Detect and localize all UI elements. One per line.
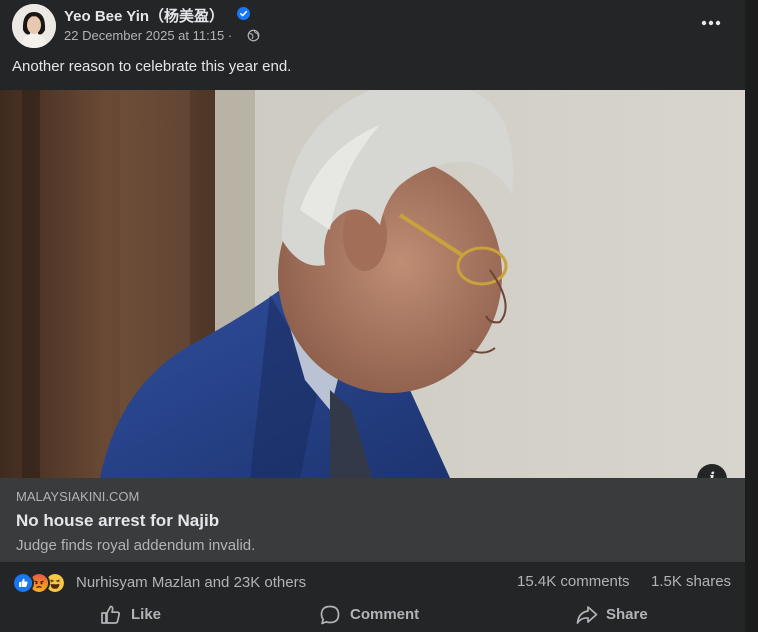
comment-label: Comment — [350, 606, 420, 623]
meta-separator: · — [227, 28, 233, 43]
page-scrollbar[interactable] — [745, 0, 758, 632]
post-meta: 22 December 2025 at 11:15 · — [64, 28, 232, 43]
post-caption: Another reason to celebrate this year en… — [12, 58, 292, 75]
comment-button[interactable]: Comment — [319, 600, 439, 630]
share-label: Share — [606, 606, 648, 623]
share-arrow-icon — [576, 606, 598, 624]
like-label: Like — [131, 606, 162, 623]
share-button[interactable]: Share — [575, 600, 665, 630]
link-preview-card[interactable]: MALAYSIAKINI.COM No house arrest for Naj… — [0, 478, 745, 562]
link-title[interactable]: No house arrest for Najib — [16, 511, 219, 531]
reaction-summary[interactable]: Nurhisyam Mazlan and 23K others — [76, 574, 306, 591]
post-timestamp[interactable]: 22 December 2025 at 11:15 — [64, 28, 224, 43]
link-domain: MALAYSIAKINI.COM — [16, 489, 140, 504]
post-photo[interactable] — [0, 90, 745, 478]
post-card: Yeo Bee Yin（杨美盈） 22 December 2025 at 11:… — [0, 0, 745, 632]
comment-bubble-icon — [320, 605, 340, 625]
verified-badge-icon — [237, 7, 250, 20]
author-name[interactable]: Yeo Bee Yin（杨美盈） — [64, 5, 224, 26]
post-header: Yeo Bee Yin（杨美盈） 22 December 2025 at 11:… — [0, 0, 745, 56]
link-description: Judge finds royal addendum invalid. — [16, 537, 256, 554]
thumbs-up-icon — [101, 605, 121, 624]
like-button[interactable]: Like — [100, 600, 180, 630]
like-reaction-icon — [12, 572, 34, 594]
comments-count[interactable]: 15.4K comments — [517, 573, 630, 590]
globe-icon[interactable] — [247, 29, 260, 42]
author-avatar[interactable] — [12, 4, 56, 48]
more-options-button[interactable] — [696, 10, 726, 36]
shares-count[interactable]: 1.5K shares — [651, 573, 731, 590]
more-dots-icon — [701, 20, 721, 26]
